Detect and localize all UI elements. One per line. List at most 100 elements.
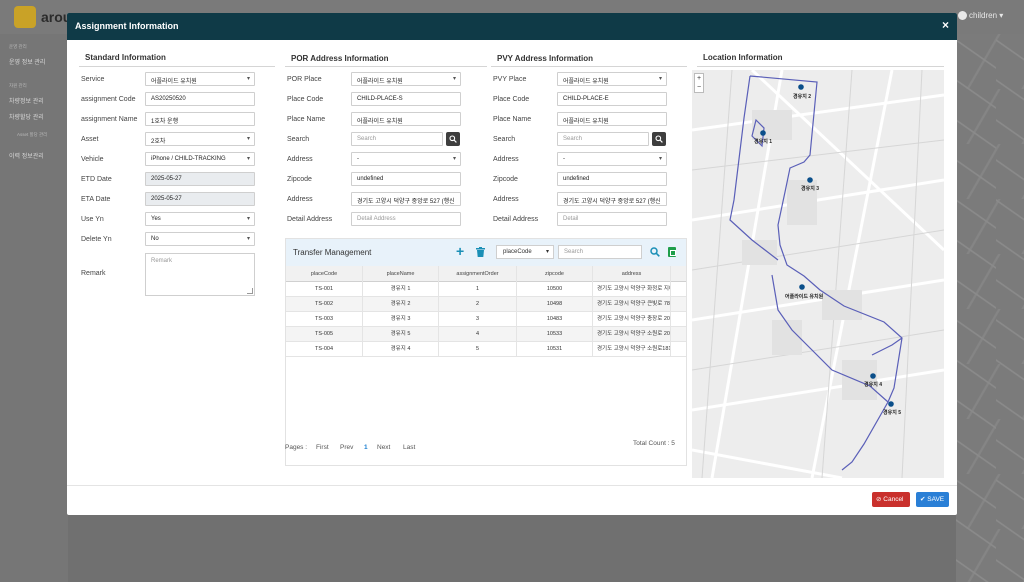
pager-prev[interactable]: Prev xyxy=(340,444,353,451)
map-zoom-control: + − xyxy=(694,73,704,93)
marker-origin[interactable] xyxy=(799,284,805,290)
standard-divider xyxy=(79,66,275,67)
marker-waypoint-1[interactable] xyxy=(760,130,766,136)
asset-select[interactable]: 2호차 xyxy=(145,132,255,146)
zoom-in-button[interactable]: + xyxy=(695,74,703,83)
search-icon xyxy=(449,135,457,143)
transfer-filter-select[interactable]: placeCode xyxy=(496,245,554,259)
por-detail-address-input[interactable]: Detail Address xyxy=(351,212,461,226)
cancel-button[interactable]: ⊘ Cancel xyxy=(872,492,910,507)
assignment-code-input[interactable]: AS20250520 xyxy=(145,92,255,106)
pvy-place-name-input[interactable]: 어플라이드 유치원 xyxy=(557,112,667,126)
excel-download-icon[interactable] xyxy=(668,247,676,257)
trash-icon[interactable] xyxy=(476,247,485,257)
marker-waypoint-4[interactable] xyxy=(870,373,876,379)
pager-first[interactable]: First xyxy=(316,444,329,451)
asset-label: Asset xyxy=(81,136,99,143)
cell-address: 경기도 고양시 덕양구 소원로181 xyxy=(593,342,671,357)
total-count: Total Count : 5 xyxy=(633,440,675,447)
marker-waypoint-5[interactable] xyxy=(888,401,894,407)
sidebar-item-operation-info[interactable]: 운영 정보 관리 xyxy=(9,57,45,66)
cell-order: 1 xyxy=(439,282,517,297)
user-menu[interactable]: children ▾ xyxy=(958,11,1003,21)
grid-header-row: placeCode placeName assignmentOrder zipc… xyxy=(286,266,686,282)
por-zipcode-input[interactable]: undefined xyxy=(351,172,461,186)
map-canvas[interactable]: 경유지 2 경유지 1 경유지 3 어플라이드 유치원 경유지 4 경유지 5 xyxy=(692,70,944,478)
table-row[interactable]: TS-005 경유지 5 4 10533 경기도 고양시 덕양구 소원로 20 xyxy=(286,327,686,342)
por-place-code-input[interactable]: CHILD-PLACE-S xyxy=(351,92,461,106)
pvy-search-label: Search xyxy=(493,136,516,143)
pvy-zipcode-input[interactable]: undefined xyxy=(557,172,667,186)
pvy-search-button[interactable] xyxy=(652,132,666,146)
transfer-toolbar: Transfer Management + placeCode Search xyxy=(286,239,686,266)
app-map-dimmed xyxy=(956,34,1024,582)
cell-placename: 경유지 3 xyxy=(363,312,439,327)
pvy-detail-address-label: Detail Address xyxy=(493,216,539,223)
table-row[interactable]: TS-001 경유지 1 1 10500 경기도 고양시 덕양구 화정로 지어 xyxy=(286,282,686,297)
sidebar-item-asset-assign[interactable]: Asset 할당 관리 xyxy=(17,132,47,138)
marker-waypoint-3[interactable] xyxy=(807,177,813,183)
check-icon: ✔ xyxy=(920,496,926,503)
transfer-title: Transfer Management xyxy=(293,248,372,257)
marker-waypoint-2[interactable] xyxy=(798,84,804,90)
location-divider xyxy=(697,66,944,67)
por-address-input[interactable]: 경기도 고양시 덕양구 중앙로 527 (행신 xyxy=(351,192,461,206)
eta-date-field: 2025-05-27 xyxy=(145,192,255,206)
cell-order: 2 xyxy=(439,297,517,312)
col-header-order[interactable]: assignmentOrder xyxy=(439,266,517,282)
cell-address: 경기도 고양시 덕양구 화정로 지어 xyxy=(593,282,671,297)
por-address2-label: Address xyxy=(287,196,313,203)
cancel-icon: ⊘ xyxy=(876,496,882,503)
pvy-detail-address-input[interactable]: Detail xyxy=(557,212,667,226)
pvy-place-code-input[interactable]: CHILD-PLACE-E xyxy=(557,92,667,106)
pvy-search-input[interactable]: Search xyxy=(557,132,649,146)
col-header-placecode[interactable]: placeCode xyxy=(286,266,363,282)
service-select[interactable]: 어플라이드 유치원 xyxy=(145,72,255,86)
pager-next[interactable]: Next xyxy=(377,444,390,451)
pvy-address-input[interactable]: 경기도 고양시 덕양구 중앙로 527 (행신 xyxy=(557,192,667,206)
marker-label-waypoint-3: 경유지 3 xyxy=(801,185,819,192)
pager-last[interactable]: Last xyxy=(403,444,415,451)
save-button[interactable]: ✔ SAVE xyxy=(916,492,949,507)
por-place-select[interactable]: 어플라이드 유치원 xyxy=(351,72,461,86)
marker-label-origin: 어플라이드 유치원 xyxy=(785,293,824,300)
marker-label-waypoint-4: 경유지 4 xyxy=(864,381,882,388)
add-transfer-button[interactable]: + xyxy=(456,244,464,258)
transfer-search-input[interactable]: Search xyxy=(558,245,642,259)
por-search-input[interactable]: Search xyxy=(351,132,443,146)
por-address-select[interactable]: - xyxy=(351,152,461,166)
cell-address: 경기도 고양시 덕양구 소원로 20 xyxy=(593,327,671,342)
por-place-name-input[interactable]: 어플라이드 유치원 xyxy=(351,112,461,126)
user-name: children xyxy=(969,11,998,20)
sidebar-item-vehicle-info[interactable]: 차량정보 관리 xyxy=(9,96,44,105)
table-row[interactable]: TS-003 경유지 3 3 10483 경기도 고양시 덕양구 충장로 20 xyxy=(286,312,686,327)
location-map[interactable]: 경유지 2 경유지 1 경유지 3 어플라이드 유치원 경유지 4 경유지 5 … xyxy=(692,70,944,478)
close-icon[interactable]: × xyxy=(942,19,949,32)
pvy-section-title: PVY Address Information xyxy=(497,54,594,63)
col-header-zipcode[interactable]: zipcode xyxy=(517,266,593,282)
zoom-out-button[interactable]: − xyxy=(695,83,703,92)
sidebar-item-vehicle-assign[interactable]: 차량할당 관리 xyxy=(9,112,44,121)
pvy-place-select[interactable]: 어플라이드 유치원 xyxy=(557,72,667,86)
col-header-address[interactable]: address xyxy=(593,266,671,282)
pager-current[interactable]: 1 xyxy=(364,444,368,451)
cell-zipcode: 10533 xyxy=(517,327,593,342)
table-row[interactable]: TS-004 경유지 4 5 10531 경기도 고양시 덕양구 소원로181 xyxy=(286,342,686,357)
cell-order: 3 xyxy=(439,312,517,327)
por-search-button[interactable] xyxy=(446,132,460,146)
sidebar-item-history[interactable]: 이력 정보관리 xyxy=(9,151,44,160)
assignment-modal: Assignment Information × Standard Inform… xyxy=(67,13,957,515)
assignment-name-input[interactable]: 1호차 운행 xyxy=(145,112,255,126)
modal-header: Assignment Information × xyxy=(67,13,957,40)
table-row[interactable]: TS-002 경유지 2 2 10498 경기도 고양시 덕양구 큰빛로 78 xyxy=(286,297,686,312)
por-place-label: POR Place xyxy=(287,76,322,83)
marker-label-waypoint-5: 경유지 5 xyxy=(883,409,901,416)
search-icon[interactable] xyxy=(650,247,660,257)
pvy-address-select[interactable]: - xyxy=(557,152,667,166)
delete-yn-select[interactable]: No xyxy=(145,232,255,246)
use-yn-select[interactable]: Yes xyxy=(145,212,255,226)
vehicle-select[interactable]: iPhone / CHILD-TRACKING xyxy=(145,152,255,166)
col-header-placename[interactable]: placeName xyxy=(363,266,439,282)
remark-textarea[interactable]: Remark xyxy=(145,253,255,296)
sidebar-group-operation: 운영 관리 xyxy=(9,44,27,49)
